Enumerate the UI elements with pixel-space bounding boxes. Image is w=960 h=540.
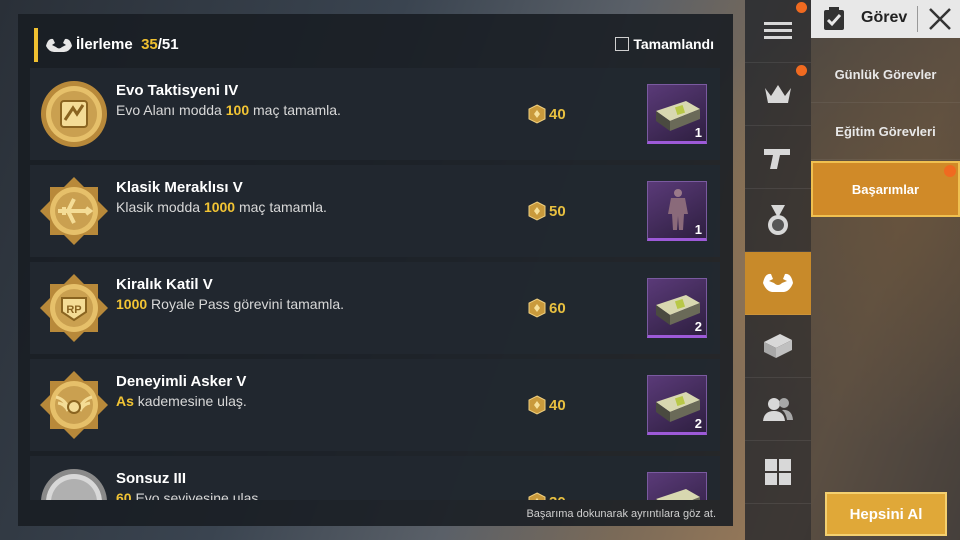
winged-medal-icon — [40, 371, 108, 439]
tab-crates[interactable] — [745, 315, 811, 378]
achievement-desc: 60 Evo seviyesine ulaş. — [116, 490, 263, 500]
achievement-desc: 1000 Royale Pass görevini tamamla. — [116, 296, 345, 312]
achievement-title: Klasik Meraklısı V — [116, 179, 243, 196]
progress-text: İlerleme 35/51 — [76, 36, 179, 53]
points-icon — [528, 298, 546, 318]
reward-item[interactable] — [647, 472, 707, 500]
plane-medal-icon — [40, 177, 108, 245]
notification-dot — [796, 65, 807, 76]
reward-qty: 2 — [694, 416, 702, 431]
tab-weapons[interactable] — [745, 126, 811, 189]
notification-dot — [796, 2, 807, 13]
crate-icon — [764, 334, 792, 358]
evo-medal-icon — [41, 81, 107, 147]
achievement-list[interactable]: Evo Taktisyeni IV Evo Alanı modda 100 ma… — [30, 68, 720, 500]
tab-achievements[interactable] — [745, 252, 811, 315]
notification-dot — [944, 165, 956, 177]
menu-training-missions[interactable]: Eğitim Görevleri — [811, 104, 960, 160]
achievement-desc: Evo Alanı modda 100 maç tamamla. — [116, 102, 341, 118]
reward-qty: 2 — [694, 319, 702, 334]
reward-item[interactable]: 1 — [647, 84, 707, 144]
svg-text:RP: RP — [66, 304, 81, 316]
close-icon[interactable] — [927, 6, 953, 32]
progress-header: İlerleme 35/51 Tamamlandı — [34, 26, 732, 64]
reward-item[interactable]: 1 — [647, 181, 707, 241]
tab-grid[interactable] — [745, 441, 811, 504]
completed-filter[interactable]: Tamamlandı — [615, 36, 714, 52]
tab-friends[interactable] — [745, 378, 811, 441]
category-tabs — [745, 0, 811, 540]
achievement-points: 60 — [527, 298, 566, 318]
menu-daily-missions[interactable]: Günlük Görevler — [811, 47, 960, 103]
achievement-title: Sonsuz III — [116, 470, 187, 487]
claim-all-button[interactable]: Hepsini Al — [825, 492, 947, 536]
rp-medal-icon: RP — [40, 274, 108, 342]
reward-item[interactable]: 2 — [647, 278, 707, 338]
mission-header: Görev — [811, 0, 960, 38]
menu-achievements[interactable]: Başarımlar — [811, 161, 960, 217]
divider — [917, 6, 918, 32]
achievement-points: 30 — [527, 492, 566, 500]
achievement-points: 40 — [527, 395, 566, 415]
pistol-icon — [764, 149, 790, 169]
tab-medals[interactable] — [745, 189, 811, 252]
achievement-row[interactable]: RP Kiralık Katil V 1000 Royale Pass göre… — [30, 262, 720, 354]
achievement-row[interactable]: Sonsuz III 60 Evo seviyesine ulaş. 30 — [30, 456, 720, 500]
silver-medal-icon — [41, 469, 107, 500]
achievement-title: Evo Taktisyeni IV — [116, 82, 239, 99]
muscle-icon — [763, 273, 793, 292]
points-icon — [528, 492, 546, 500]
crown-icon — [765, 85, 791, 103]
achievement-points: 50 — [527, 201, 566, 221]
clipboard-check-icon — [824, 7, 844, 30]
completed-checkbox[interactable] — [615, 37, 630, 51]
points-icon — [528, 104, 546, 124]
achievement-row[interactable]: Klasik Meraklısı V Klasik modda 1000 maç… — [30, 165, 720, 257]
reward-qty: 1 — [694, 125, 702, 140]
mission-title: Görev — [861, 9, 908, 26]
achievement-title: Kiralık Katil V — [116, 276, 213, 293]
tab-menu[interactable] — [745, 0, 811, 63]
reward-qty: 1 — [694, 222, 702, 237]
points-icon — [528, 201, 546, 221]
achievement-row[interactable]: Evo Taktisyeni IV Evo Alanı modda 100 ma… — [30, 68, 720, 160]
points-icon — [528, 395, 546, 415]
completed-label: Tamamlandı — [633, 36, 714, 52]
footer-hint: Başarıma dokunarak ayrıntılara göz at. — [526, 508, 716, 520]
medal-icon — [768, 205, 788, 235]
reward-item[interactable]: 2 — [647, 375, 707, 435]
achievement-title: Deneyimli Asker V — [116, 373, 247, 390]
achievement-desc: As kademesine ulaş. — [116, 393, 247, 409]
menu-icon — [764, 22, 792, 39]
tab-crown[interactable] — [745, 63, 811, 126]
friends-icon — [763, 398, 793, 421]
achievement-points: 40 — [527, 104, 566, 124]
accent-bar — [34, 28, 38, 62]
achievement-desc: Klasik modda 1000 maç tamamla. — [116, 199, 327, 215]
achievement-row[interactable]: Deneyimli Asker V As kademesine ulaş. 40… — [30, 359, 720, 451]
muscle-icon — [46, 38, 72, 52]
supply-crate-icon — [656, 489, 700, 500]
grid-icon — [765, 459, 791, 485]
